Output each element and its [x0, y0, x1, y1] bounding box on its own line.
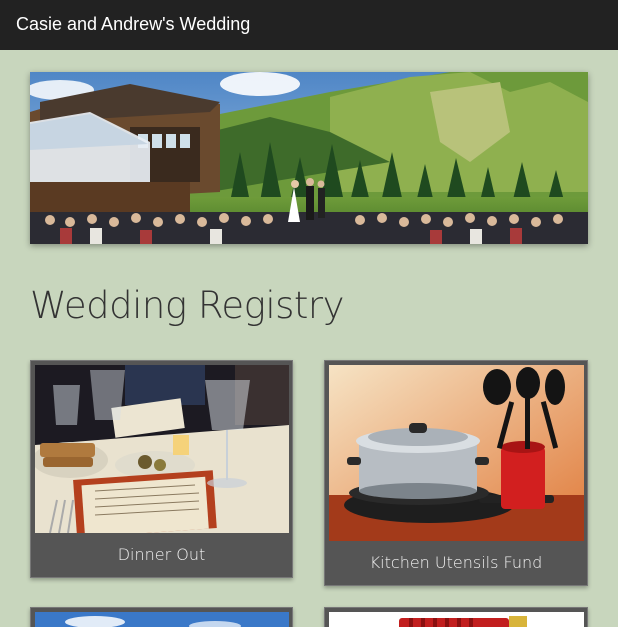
top-navbar: Casie and Andrew's Wedding: [0, 0, 618, 50]
registry-item-dinner-out[interactable]: Dinner Out: [30, 360, 293, 578]
kitchen-pots-photo[interactable]: [329, 365, 584, 541]
hero-banner-image: [30, 72, 588, 244]
site-brand[interactable]: Casie and Andrew's Wedding: [16, 14, 250, 35]
registry-item[interactable]: [30, 607, 293, 627]
wedding-ceremony-photo: [30, 72, 588, 244]
sky-landscape-photo[interactable]: [35, 612, 289, 627]
dinner-table-photo[interactable]: [35, 365, 289, 533]
registry-item[interactable]: [324, 607, 588, 627]
registry-item-caption: Dinner Out: [117, 545, 206, 564]
red-tool-photo[interactable]: [329, 612, 584, 627]
registry-item-caption: Kitchen Utensils Fund: [369, 553, 543, 572]
registry-item-kitchen-utensils-fund[interactable]: Kitchen Utensils Fund: [324, 360, 588, 586]
page-title: Wedding Registry: [30, 284, 345, 327]
